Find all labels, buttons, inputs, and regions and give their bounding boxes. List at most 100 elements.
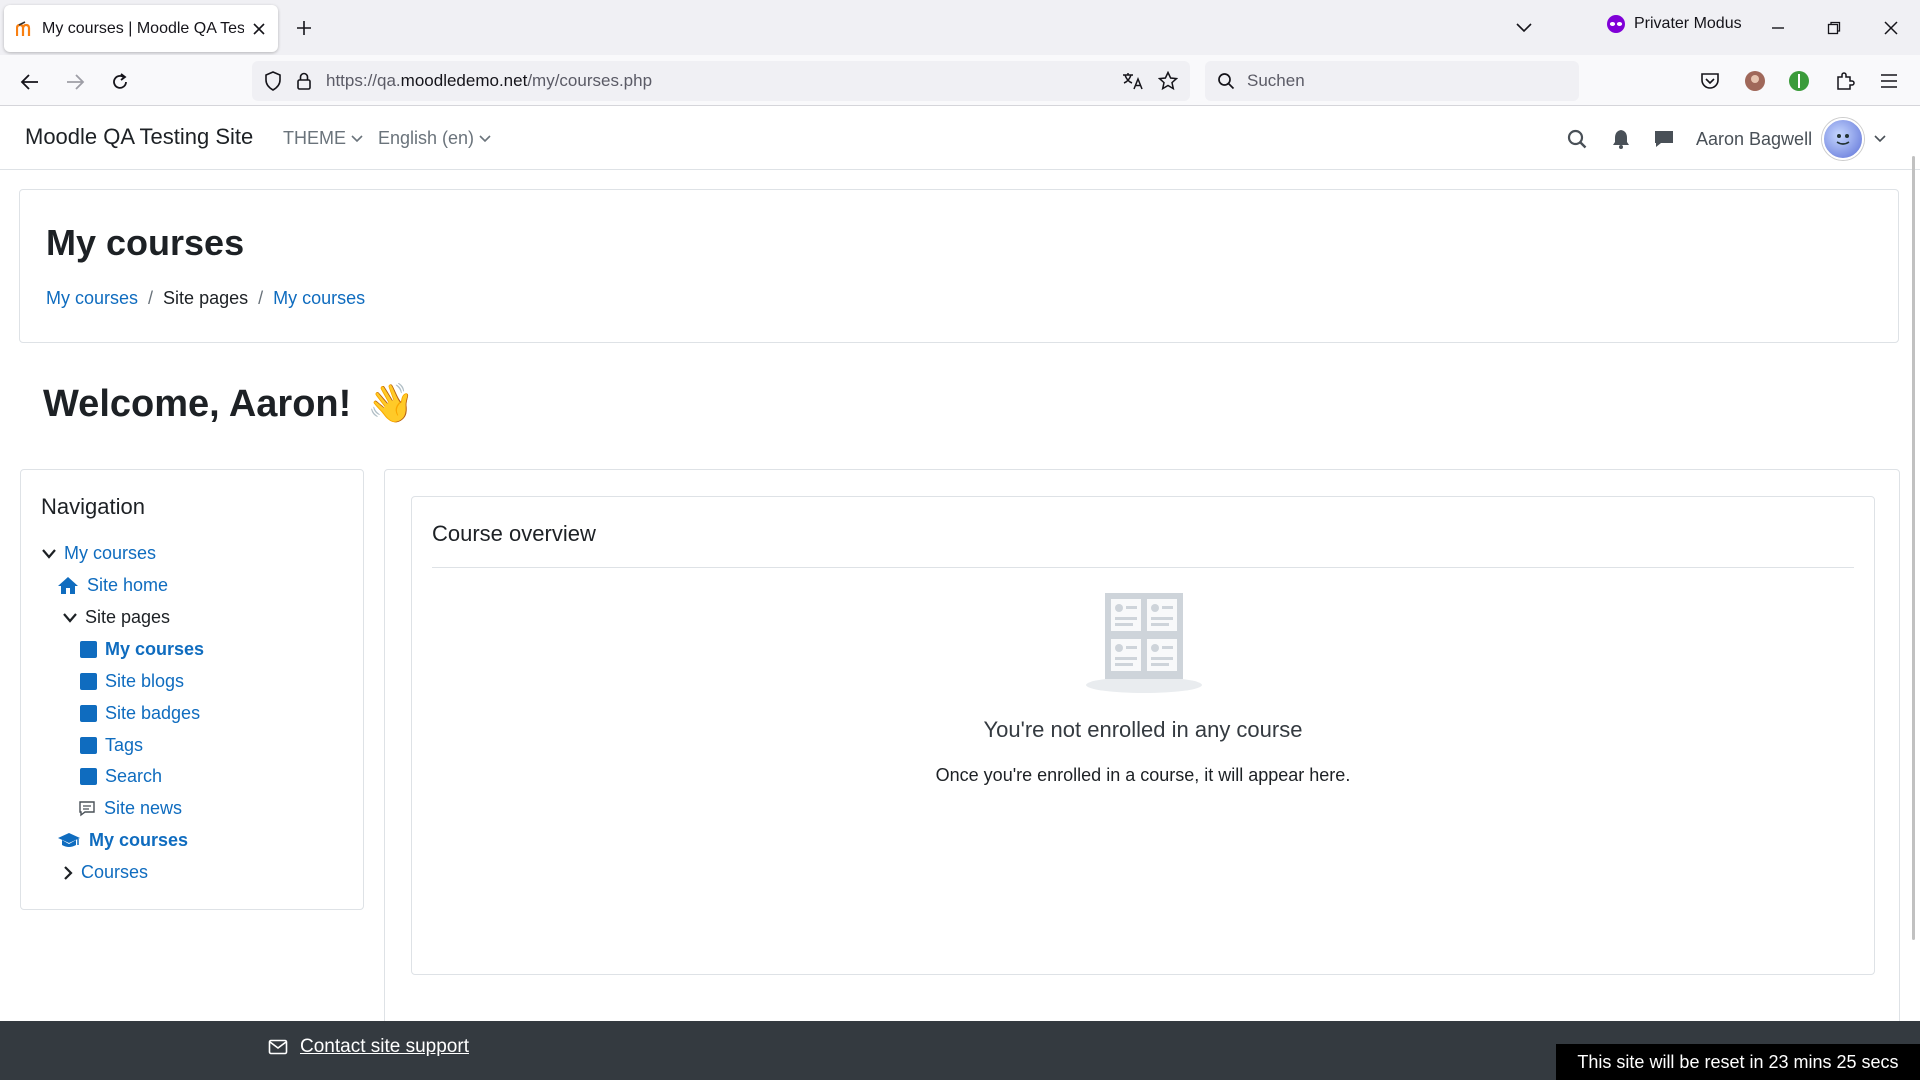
user-avatar (1822, 118, 1865, 160)
course-overview-block: Course overview You're not enrolled in a… (411, 496, 1875, 975)
translate-icon[interactable] (1122, 71, 1144, 91)
extension-shield-icon[interactable] (1786, 68, 1812, 94)
nav-item-search[interactable]: Search (80, 766, 162, 787)
browser-tab-active[interactable]: My courses | Moodle QA Testing Site (4, 5, 278, 52)
forum-icon (78, 800, 96, 817)
breadcrumb: My courses / Site pages / My courses (46, 288, 365, 309)
nav-item-site-news[interactable]: Site news (78, 798, 182, 819)
nav-item-courses[interactable]: Courses (63, 862, 148, 883)
nav-item-my-courses-page[interactable]: My courses (80, 639, 204, 660)
messages-chat-icon[interactable] (1651, 126, 1677, 152)
nav-item-label: My courses (64, 543, 157, 563)
page-square-icon (80, 705, 97, 722)
page-square-icon (80, 768, 97, 785)
theme-menu-label: THEME (283, 128, 346, 148)
minimize-window-icon[interactable] (1766, 16, 1790, 40)
main-region: Course overview You're not enrolled in a… (384, 469, 1900, 1029)
nav-item-label: Courses (81, 862, 149, 882)
empty-state-message: Once you're enrolled in a course, it wil… (935, 765, 1351, 785)
close-window-icon[interactable] (1879, 16, 1903, 40)
nav-item-tags[interactable]: Tags (80, 735, 143, 756)
chevron-down-icon (351, 134, 363, 143)
breadcrumb-separator: / (258, 288, 264, 308)
browser-search-bar[interactable]: Suchen (1205, 61, 1579, 101)
breadcrumb-site-pages: Site pages (163, 288, 249, 308)
notifications-bell-icon[interactable] (1608, 126, 1634, 152)
reload-icon[interactable] (106, 68, 134, 96)
nav-item-my-courses-root[interactable]: My courses (42, 543, 156, 564)
private-mask-icon (1606, 14, 1626, 34)
navigation-block-title: Navigation (41, 494, 145, 519)
nav-item-site-badges[interactable]: Site badges (80, 703, 200, 724)
browser-tab-title: My courses | Moodle QA Testing Site (42, 19, 244, 37)
new-tab-icon[interactable] (292, 16, 316, 40)
private-mode-label: Privater Modus (1634, 15, 1742, 32)
url-text: https://qa.moodledemo.net/my/courses.php (326, 71, 653, 90)
language-menu[interactable]: English (en) (378, 128, 491, 149)
chevron-down-icon (479, 134, 491, 143)
empty-state-title: You're not enrolled in any course (983, 717, 1303, 742)
forward-arrow-icon[interactable] (61, 68, 89, 96)
site-brand[interactable]: Moodle QA Testing Site (25, 124, 253, 150)
contact-site-support-link[interactable]: Contact site support (268, 1036, 469, 1058)
chevron-down-icon (1874, 135, 1886, 143)
user-name: Aaron Bagwell (1696, 128, 1813, 149)
page-square-icon (80, 641, 97, 658)
bookmark-star-icon[interactable] (1158, 71, 1178, 91)
lock-icon[interactable] (296, 71, 312, 91)
breadcrumb-my-courses-current[interactable]: My courses (273, 288, 365, 309)
chevron-down-icon (42, 548, 56, 559)
welcome-text: Welcome, Aaron! (43, 382, 352, 425)
private-mode-indicator: Privater Modus (1606, 14, 1742, 34)
nav-item-label: Site blogs (105, 671, 185, 691)
nav-item-label: Site home (87, 575, 169, 595)
chevron-down-icon (63, 612, 77, 623)
graduation-cap-icon (57, 832, 81, 850)
moodle-favicon-icon (16, 20, 34, 37)
nav-item-label: Site badges (105, 703, 201, 723)
nav-item-site-blogs[interactable]: Site blogs (80, 671, 184, 692)
home-icon (57, 576, 79, 595)
breadcrumb-separator: / (148, 288, 154, 308)
user-menu[interactable]: Aaron Bagwell (1696, 118, 1886, 160)
breadcrumb-my-courses[interactable]: My courses (46, 288, 138, 309)
nav-item-label: My courses (89, 830, 189, 850)
nav-item-label: Site pages (85, 607, 171, 627)
nav-item-my-courses-section[interactable]: My courses (57, 830, 188, 851)
welcome-heading: Welcome, Aaron! 👋 (43, 382, 415, 426)
nav-item-label: My courses (105, 639, 205, 659)
nav-item-label: Search (105, 766, 163, 786)
nav-item-site-pages[interactable]: Site pages (63, 607, 170, 628)
page-scrollbar[interactable] (1912, 156, 1915, 940)
browser-menu-hamburger-icon[interactable] (1876, 68, 1902, 94)
extensions-puzzle-icon[interactable] (1832, 68, 1858, 94)
navigation-block: Navigation My courses Site home Site pag… (20, 469, 364, 910)
list-tabs-chevron-down-icon[interactable] (1512, 16, 1536, 40)
tracking-shield-icon[interactable] (264, 71, 282, 91)
pocket-icon[interactable] (1697, 68, 1723, 94)
no-courses-illustration-icon (1084, 591, 1204, 695)
close-tab-icon[interactable] (252, 22, 266, 36)
page-square-icon (80, 673, 97, 690)
back-arrow-icon[interactable] (16, 68, 44, 96)
site-search-icon[interactable] (1564, 126, 1590, 152)
restore-window-icon[interactable] (1822, 16, 1846, 40)
nav-item-label: Site news (104, 798, 183, 818)
chevron-right-icon (63, 865, 73, 880)
envelope-icon (268, 1039, 288, 1055)
contact-site-support-label: Contact site support (300, 1036, 469, 1057)
extension-avatar-icon[interactable] (1742, 68, 1768, 94)
search-icon (1217, 72, 1235, 90)
divider (432, 567, 1854, 568)
waving-hand-icon: 👋 (367, 383, 415, 425)
theme-menu[interactable]: THEME (283, 128, 363, 149)
page-title: My courses (46, 222, 245, 263)
page-header: My courses My courses / Site pages / My … (19, 189, 1899, 343)
nav-item-site-home[interactable]: Site home (57, 575, 168, 596)
nav-item-label: Tags (105, 735, 144, 755)
browser-tab-strip: My courses | Moodle QA Testing Site Priv… (0, 0, 1920, 55)
page-square-icon (80, 737, 97, 754)
address-bar[interactable]: https://qa.moodledemo.net/my/courses.php (252, 61, 1190, 101)
site-navbar: Moodle QA Testing Site THEME English (en… (0, 106, 1920, 170)
browser-search-placeholder: Suchen (1247, 71, 1305, 90)
